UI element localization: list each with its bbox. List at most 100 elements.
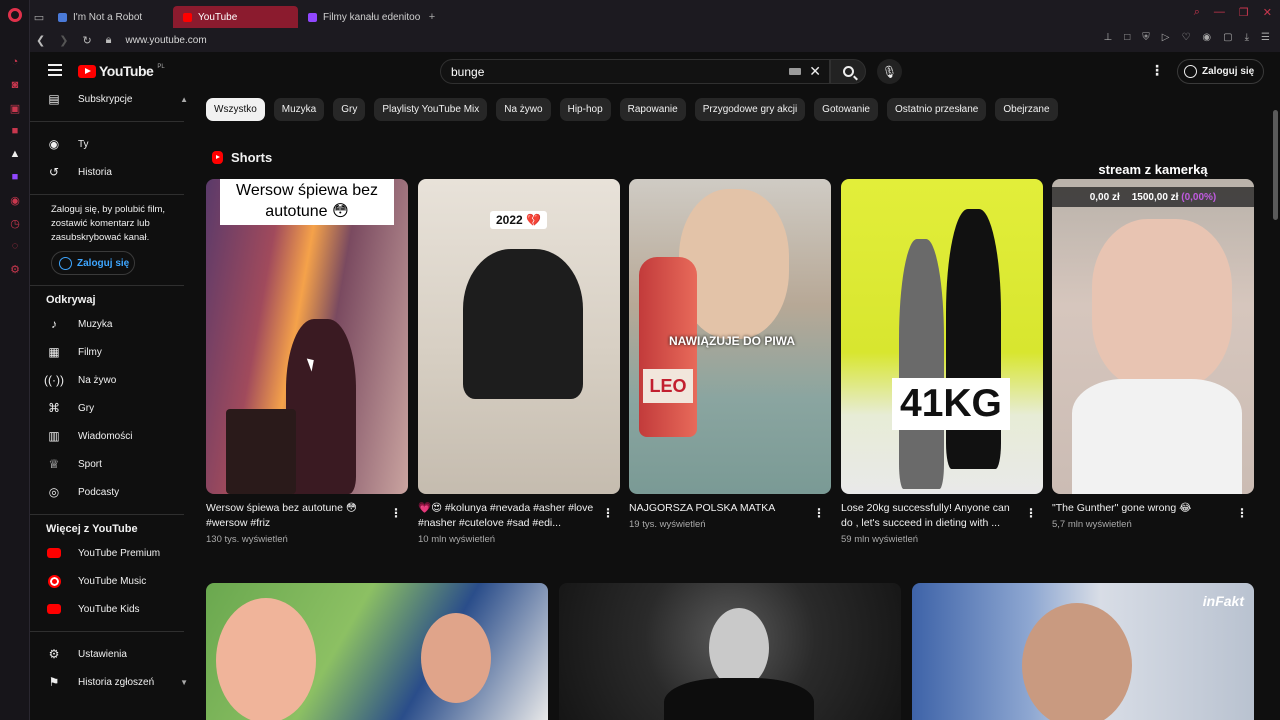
- lock-icon: 🔒︎: [105, 33, 112, 46]
- sidebar-item-music-app[interactable]: YouTube Music: [30, 567, 190, 595]
- forward-icon[interactable]: ❯: [59, 34, 68, 47]
- short-title[interactable]: Wersow śpiewa bez autotune 😳 #wersow #fr…: [206, 501, 408, 531]
- tab-filmy-kanalu[interactable]: Filmy kanału edenitoo - Tw: [298, 6, 423, 28]
- sidebar-item-subscriptions[interactable]: ▤ Subskrypcje ▲: [30, 85, 190, 113]
- tab-workspaces-icon[interactable]: ▭: [30, 6, 48, 28]
- wallet-icon[interactable]: ▢: [1223, 32, 1232, 43]
- minimize-icon[interactable]: —: [1214, 6, 1225, 19]
- sign-in-button[interactable]: Zaloguj się: [1177, 59, 1265, 84]
- sidebar-item-you[interactable]: ◉ Ty: [30, 130, 190, 158]
- more-actions-icon[interactable]: ⋮: [1236, 506, 1248, 520]
- reload-icon[interactable]: ↻: [82, 34, 91, 47]
- flag-icon: ⚑: [48, 675, 60, 689]
- chip-mix[interactable]: Playlisty YouTube Mix: [374, 98, 488, 121]
- video-thumbnail[interactable]: [206, 583, 548, 720]
- sidebar-item-live[interactable]: ((·)) Na żywo: [30, 366, 190, 394]
- opera-logo-icon[interactable]: [8, 8, 22, 22]
- close-window-icon[interactable]: ✕: [1263, 6, 1272, 19]
- sidebar-item-gaming[interactable]: ⌘ Gry: [30, 394, 190, 422]
- sidebar-item-label: Na żywo: [78, 374, 117, 386]
- chip-recently-uploaded[interactable]: Ostatnio przesłane: [886, 98, 987, 121]
- account-icon[interactable]: ◉: [1202, 32, 1211, 43]
- chip-watched[interactable]: Obejrzane: [995, 98, 1058, 121]
- short-thumbnail[interactable]: Wersow śpiewa bez autotune 😳: [206, 179, 408, 494]
- short-thumbnail[interactable]: LEO NAWIĄZUJE DO PIWA: [629, 179, 831, 494]
- new-tab-button[interactable]: +: [423, 6, 441, 28]
- sidebar-item-sport[interactable]: ♕ Sport: [30, 450, 190, 478]
- short-thumbnail[interactable]: 2022 💔: [418, 179, 620, 494]
- more-actions-icon[interactable]: ⋮: [602, 506, 614, 520]
- url-field[interactable]: www.youtube.com: [126, 35, 207, 46]
- sidebar-sign-in-button[interactable]: Zaloguj się: [51, 251, 135, 275]
- chip-rap[interactable]: Rapowanie: [619, 98, 686, 121]
- sidebar-item-podcasts[interactable]: ◎ Podcasty: [30, 478, 190, 506]
- sidebar-item-premium[interactable]: YouTube Premium: [30, 539, 190, 567]
- short-card[interactable]: LEO NAWIĄZUJE DO PIWA NAJGORSZA POLSKA M…: [629, 179, 831, 530]
- heart-icon[interactable]: ♡: [1181, 32, 1190, 43]
- chip-action-adventure[interactable]: Przygodowe gry akcji: [694, 98, 806, 121]
- chip-cooking[interactable]: Gotowanie: [814, 98, 878, 121]
- settings-more-icon[interactable]: ⋮: [1150, 62, 1164, 79]
- shield-icon[interactable]: ⛨: [1142, 32, 1150, 43]
- history-rail-icon[interactable]: ◷: [8, 216, 22, 230]
- sidebar-item-history[interactable]: ↺ Historia: [30, 158, 190, 186]
- keyboard-icon[interactable]: [789, 68, 801, 75]
- mail-icon[interactable]: ■: [8, 124, 22, 138]
- chip-hiphop[interactable]: Hip-hop: [559, 98, 611, 121]
- page-scrollbar[interactable]: [1273, 110, 1278, 220]
- sidebar-item-kids[interactable]: YouTube Kids: [30, 595, 190, 623]
- messenger-icon[interactable]: ◙: [8, 78, 22, 92]
- short-card[interactable]: 2022 💔 💗😍 #kolunya #nevada #asher #love …: [418, 179, 620, 545]
- speed-dial-icon[interactable]: ◔: [8, 55, 22, 69]
- instagram-icon[interactable]: ▣: [8, 101, 22, 115]
- sidebar-item-music[interactable]: ♪ Muzyka: [30, 310, 190, 338]
- short-title[interactable]: "The Gunther" gone wrong 😂: [1052, 501, 1254, 516]
- more-actions-icon[interactable]: ⋮: [813, 506, 825, 520]
- chip-all[interactable]: Wszystko: [206, 98, 265, 121]
- search-button[interactable]: [830, 59, 866, 84]
- search-tabs-icon[interactable]: ⌕: [1194, 6, 1200, 19]
- short-title[interactable]: 💗😍 #kolunya #nevada #asher #love #nasher…: [418, 501, 620, 531]
- video-thumbnail[interactable]: [559, 583, 901, 720]
- sidebar-item-movies[interactable]: ▦ Filmy: [30, 338, 190, 366]
- chip-live[interactable]: Na żywo: [496, 98, 551, 121]
- scroll-down-icon[interactable]: ▼: [180, 678, 188, 687]
- youtube-logo[interactable]: YouTube PL: [78, 63, 165, 79]
- pin-icon[interactable]: ⊥: [1103, 32, 1112, 43]
- sidebar-item-report-history[interactable]: ⚑ Historia zgłoszeń ▼: [30, 668, 190, 696]
- maximize-icon[interactable]: ❐: [1239, 6, 1249, 19]
- short-card[interactable]: 41KG Lose 20kg successfully! Anyone can …: [841, 179, 1043, 545]
- bookmarks-rail-icon[interactable]: ◌: [8, 239, 22, 253]
- short-thumbnail[interactable]: 41KG: [841, 179, 1043, 494]
- more-actions-icon[interactable]: ⋮: [1025, 506, 1037, 520]
- settings-rail-icon[interactable]: ⚙: [8, 262, 22, 276]
- short-title[interactable]: Lose 20kg successfully! Anyone can do , …: [841, 501, 1043, 531]
- more-actions-icon[interactable]: ⋮: [390, 506, 402, 520]
- play-ext-icon[interactable]: ▷: [1162, 32, 1170, 43]
- video-thumbnail[interactable]: inFakt: [912, 583, 1254, 720]
- short-title[interactable]: NAJGORSZA POLSKA MATKA: [629, 501, 831, 516]
- player-icon[interactable]: ◉: [8, 193, 22, 207]
- tab-youtube[interactable]: YouTube: [173, 6, 298, 28]
- download-icon[interactable]: ⤓: [1245, 32, 1249, 43]
- dancer-figure: [946, 209, 1001, 469]
- money-left: 0,00 zł: [1089, 191, 1120, 203]
- chip-games[interactable]: Gry: [333, 98, 366, 121]
- menu-icon[interactable]: ☰: [1261, 32, 1270, 43]
- sidebar-item-news[interactable]: ▥ Wiadomości: [30, 422, 190, 450]
- short-thumbnail[interactable]: 0,00 zł 1500,00 zł (0,00%): [1052, 179, 1254, 494]
- aria-icon[interactable]: ▲: [8, 147, 22, 161]
- tab-im-not-a-robot[interactable]: I'm Not a Robot: [48, 6, 173, 28]
- sidebar-item-settings[interactable]: ⚙ Ustawienia: [30, 640, 190, 668]
- voice-search-button[interactable]: 🎙︎: [877, 59, 902, 84]
- snapshot-icon[interactable]: □: [1124, 32, 1130, 43]
- guide-menu-icon[interactable]: [48, 64, 62, 76]
- twitch-icon[interactable]: ■: [8, 170, 22, 184]
- short-card[interactable]: Wersow śpiewa bez autotune 😳 Wersow śpie…: [206, 179, 408, 545]
- short-card[interactable]: 0,00 zł 1500,00 zł (0,00%) "The Gunther"…: [1052, 179, 1254, 530]
- scroll-up-icon[interactable]: ▲: [180, 95, 188, 104]
- search-input[interactable]: bunge ✕: [440, 59, 830, 84]
- clear-search-icon[interactable]: ✕: [809, 63, 821, 80]
- back-icon[interactable]: ❮: [36, 34, 45, 47]
- chip-music[interactable]: Muzyka: [273, 98, 325, 121]
